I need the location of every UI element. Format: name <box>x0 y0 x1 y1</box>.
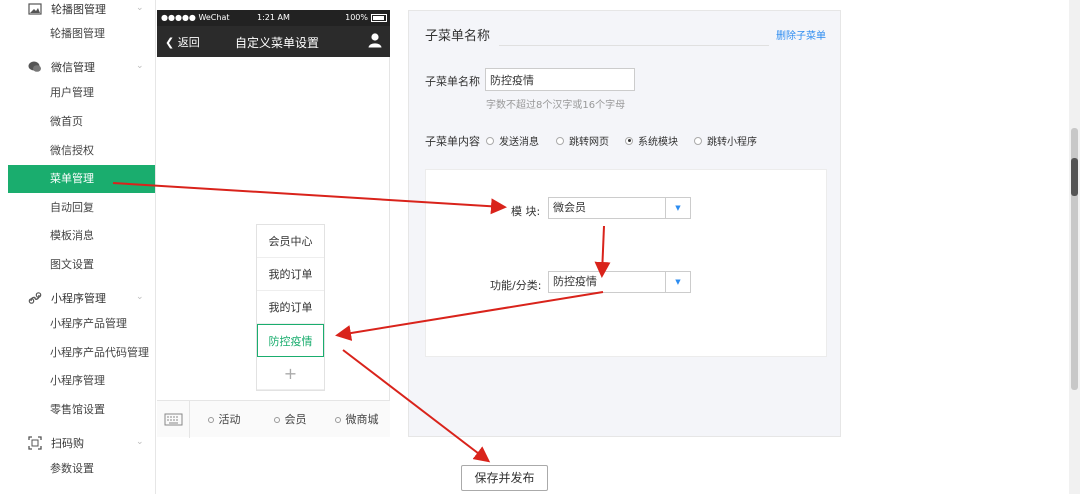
sidebar-item-menu[interactable]: 菜单管理 <box>8 165 155 193</box>
sidebar-item-params[interactable]: 参数设置 <box>0 455 155 483</box>
sidebar-item-auth[interactable]: 微信授权 <box>0 137 155 165</box>
submenu-item[interactable]: 我的订单 <box>257 258 324 291</box>
radio-dot <box>556 136 564 145</box>
radio-jump-miniprogram[interactable]: 跳转小程序 <box>694 133 757 148</box>
miniprogram-icon <box>28 292 42 304</box>
submenu-item-selected[interactable]: 防控疫情 <box>257 324 324 357</box>
battery-percent: 100% <box>345 13 368 22</box>
menu-tab-member[interactable]: 会员 <box>257 401 323 438</box>
content-label: 子菜单内容 <box>425 135 480 148</box>
radio-label: 发送消息 <box>499 137 539 148</box>
function-label: 功能/分类: <box>490 279 542 292</box>
phone-preview: ●●●●● WeChat 1:21 AM 100% ❮ 返回 自定义菜单设置 会… <box>157 10 390 438</box>
submenu-item[interactable]: 我的订单 <box>257 291 324 324</box>
phone-navbar: ❮ 返回 自定义菜单设置 <box>157 26 390 57</box>
sidebar-group-label: 扫码购 <box>51 437 84 450</box>
menu-tab-activity[interactable]: 活动 <box>191 401 257 438</box>
sidebar-group-label: 轮播图管理 <box>51 3 106 16</box>
back-label: 返回 <box>177 36 200 49</box>
scan-icon <box>28 436 42 450</box>
phone-title: 自定义菜单设置 <box>235 36 320 50</box>
name-label: 子菜单名称 <box>425 75 480 88</box>
sidebar-item-home[interactable]: 微首页 <box>0 108 155 136</box>
module-select[interactable]: 微会员 ▼ <box>548 197 691 219</box>
sidebar-group-label: 小程序管理 <box>51 292 106 305</box>
scrollbar-thumb[interactable] <box>1071 158 1078 196</box>
function-select[interactable]: 防控疫情 ▼ <box>548 271 691 293</box>
radio-dot <box>694 136 702 145</box>
sidebar-group-label: 微信管理 <box>51 61 95 74</box>
keyboard-icon <box>164 413 183 426</box>
sidebar-group-wechat[interactable]: 微信管理 ⌄ <box>0 53 155 81</box>
chevron-down-icon: ⌄ <box>136 61 144 71</box>
radio-label: 跳转网页 <box>569 137 609 148</box>
radio-label: 系统模块 <box>638 137 678 148</box>
caret-down-icon: ▼ <box>665 198 690 218</box>
menu-tab-shop[interactable]: 微商城 <box>323 401 390 438</box>
sidebar-group-miniprogram[interactable]: 小程序管理 ⌄ <box>0 284 155 312</box>
back-button[interactable]: ❮ 返回 <box>165 34 200 50</box>
function-select-value: 防控疫情 <box>553 275 597 288</box>
panel-title: 子菜单名称 <box>425 29 491 44</box>
chevron-left-icon: ❮ <box>165 36 175 49</box>
sidebar-item-users[interactable]: 用户管理 <box>0 79 155 107</box>
radio-dot <box>486 136 494 145</box>
keyboard-toggle[interactable] <box>157 401 190 438</box>
carrier-label: ●●●●● WeChat <box>161 13 230 22</box>
module-select-value: 微会员 <box>553 201 586 214</box>
wechat-icon <box>28 61 41 72</box>
sidebar-group-scan[interactable]: 扫码购 ⌄ <box>0 429 155 457</box>
save-publish-button[interactable]: 保存并发布 <box>461 465 548 491</box>
chevron-down-icon: ⌄ <box>136 3 144 13</box>
image-icon <box>28 3 42 15</box>
phone-menu-bar: 活动 会员 微商城 <box>157 400 390 438</box>
sidebar-item-autoreply[interactable]: 自动回复 <box>0 194 155 222</box>
sidebar-item-mp-manage[interactable]: 小程序管理 <box>0 367 155 395</box>
module-config-box: 模 块: 微会员 ▼ 功能/分类: 防控疫情 ▼ <box>425 169 827 357</box>
chevron-down-icon: ⌄ <box>136 292 144 302</box>
sidebar-item-mp-codes[interactable]: 小程序产品代码管理 <box>0 339 155 367</box>
user-icon[interactable] <box>368 32 382 48</box>
radio-send-message[interactable]: 发送消息 <box>486 133 539 148</box>
sidebar-nav: 轮播图管理 ⌄ 轮播图管理 微信管理 ⌄ 用户管理 微首页 微信授权 菜单管理 … <box>0 0 156 494</box>
chevron-down-icon: ⌄ <box>136 437 144 447</box>
sidebar-item-mp-products[interactable]: 小程序产品管理 <box>0 310 155 338</box>
radio-label: 跳转小程序 <box>707 137 757 148</box>
battery-icon <box>371 14 387 22</box>
name-hint: 字数不超过8个汉字或16个字母 <box>486 100 626 111</box>
submenu-popup: 会员中心 我的订单 我的订单 防控疫情 + <box>256 224 325 391</box>
submenu-item[interactable]: 会员中心 <box>257 225 324 258</box>
module-label: 模 块: <box>511 205 541 218</box>
sidebar-item-retail[interactable]: 零售馆设置 <box>0 396 155 424</box>
status-time: 1:21 AM <box>257 13 290 22</box>
sidebar-item-article[interactable]: 图文设置 <box>0 251 155 279</box>
submenu-name-input[interactable] <box>485 68 635 91</box>
caret-down-icon: ▼ <box>665 272 690 292</box>
add-submenu-button[interactable]: + <box>257 357 324 390</box>
vertical-scrollbar[interactable] <box>1069 0 1080 494</box>
sidebar-item-carousel[interactable]: 轮播图管理 <box>0 20 155 48</box>
delete-submenu-link[interactable]: 删除子菜单 <box>776 27 826 42</box>
phone-status-bar: ●●●●● WeChat 1:21 AM 100% <box>157 10 390 26</box>
submenu-settings-panel: 子菜单名称 删除子菜单 子菜单名称 字数不超过8个汉字或16个字母 子菜单内容 … <box>408 10 841 437</box>
radio-jump-webpage[interactable]: 跳转网页 <box>556 133 609 148</box>
sidebar-item-template[interactable]: 模板消息 <box>0 222 155 250</box>
screen: 轮播图管理 ⌄ 轮播图管理 微信管理 ⌄ 用户管理 微首页 微信授权 菜单管理 … <box>0 0 1080 494</box>
radio-system-module[interactable]: 系统模块 <box>625 133 678 148</box>
divider <box>499 45 769 46</box>
radio-dot-checked <box>625 136 633 145</box>
